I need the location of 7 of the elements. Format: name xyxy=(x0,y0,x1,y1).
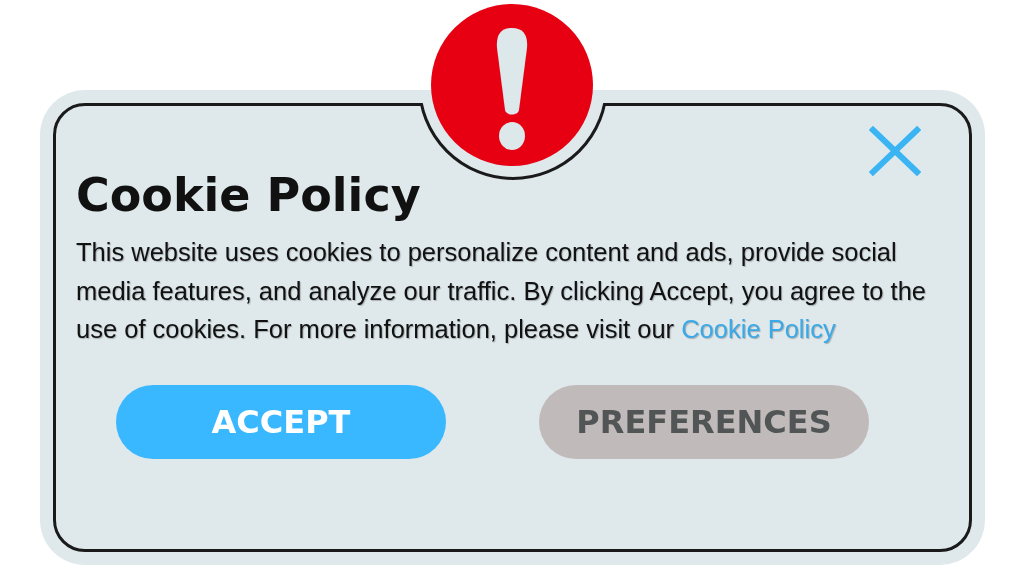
accept-button[interactable]: ACCEPT xyxy=(116,384,446,459)
cookie-policy-link[interactable]: Cookie Policy xyxy=(681,315,836,344)
preferences-button[interactable]: PREFERENCES xyxy=(539,384,869,459)
close-icon xyxy=(869,126,921,176)
dialog-title: Cookie Policy xyxy=(76,168,422,224)
cookie-message: This website uses cookies to personalize content and ads, provide social media features, and analyze our traffic. By clicking Accept, you agree to the use of cookies. For more information, please visit our Cookie Policy xyxy=(76,237,927,346)
close-button[interactable] xyxy=(869,126,921,176)
